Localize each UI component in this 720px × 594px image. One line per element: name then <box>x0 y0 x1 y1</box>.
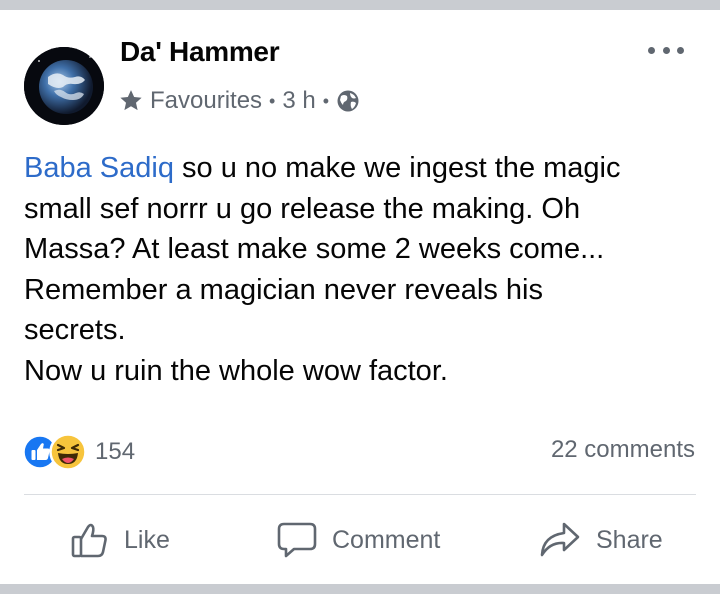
post-text-line: Now u ruin the whole wow factor. <box>24 354 448 387</box>
like-button[interactable]: Like <box>70 520 170 560</box>
globe-icon <box>337 90 359 112</box>
avatar[interactable] <box>24 47 104 125</box>
post-text: Baba Sadiq so u no make we ingest the ma… <box>24 148 700 391</box>
star-icon <box>120 90 142 111</box>
comment-label: Comment <box>332 525 441 554</box>
reaction-summary[interactable]: 154 <box>22 432 135 472</box>
like-label: Like <box>124 525 170 554</box>
author-name[interactable]: Da' Hammer <box>120 36 280 68</box>
share-label: Share <box>596 525 663 554</box>
divider <box>24 494 696 495</box>
share-icon <box>540 522 580 557</box>
post-meta: Favourites • 3 h • <box>118 86 360 116</box>
post-text-line: so u no make we ingest the magic <box>173 152 621 184</box>
thumbs-up-icon <box>71 523 107 558</box>
haha-reaction-icon <box>49 433 87 471</box>
post-time[interactable]: 3 h <box>282 87 315 115</box>
mention-link[interactable]: Baba Sadiq <box>24 152 174 184</box>
more-options-icon[interactable] <box>648 38 684 62</box>
post-text-line: small sef norrr u go release the making.… <box>24 192 581 225</box>
post-text-line: Remember a magician never reveals his <box>24 273 543 306</box>
reaction-count: 154 <box>95 438 136 465</box>
post-card: Da' Hammer Favourites • 3 h • Baba Sadiq… <box>0 10 720 584</box>
audience-label[interactable]: Favourites <box>150 87 262 115</box>
meta-separator: • <box>269 90 276 111</box>
share-button[interactable]: Share <box>538 520 663 560</box>
comments-count[interactable]: 22 comments <box>551 436 695 464</box>
comment-icon <box>277 522 317 558</box>
meta-separator: • <box>322 90 330 111</box>
comment-button[interactable]: Comment <box>276 520 440 560</box>
post-text-line: Massa? At least make some 2 weeks come..… <box>24 233 605 265</box>
post-text-line: secrets. <box>24 314 126 346</box>
